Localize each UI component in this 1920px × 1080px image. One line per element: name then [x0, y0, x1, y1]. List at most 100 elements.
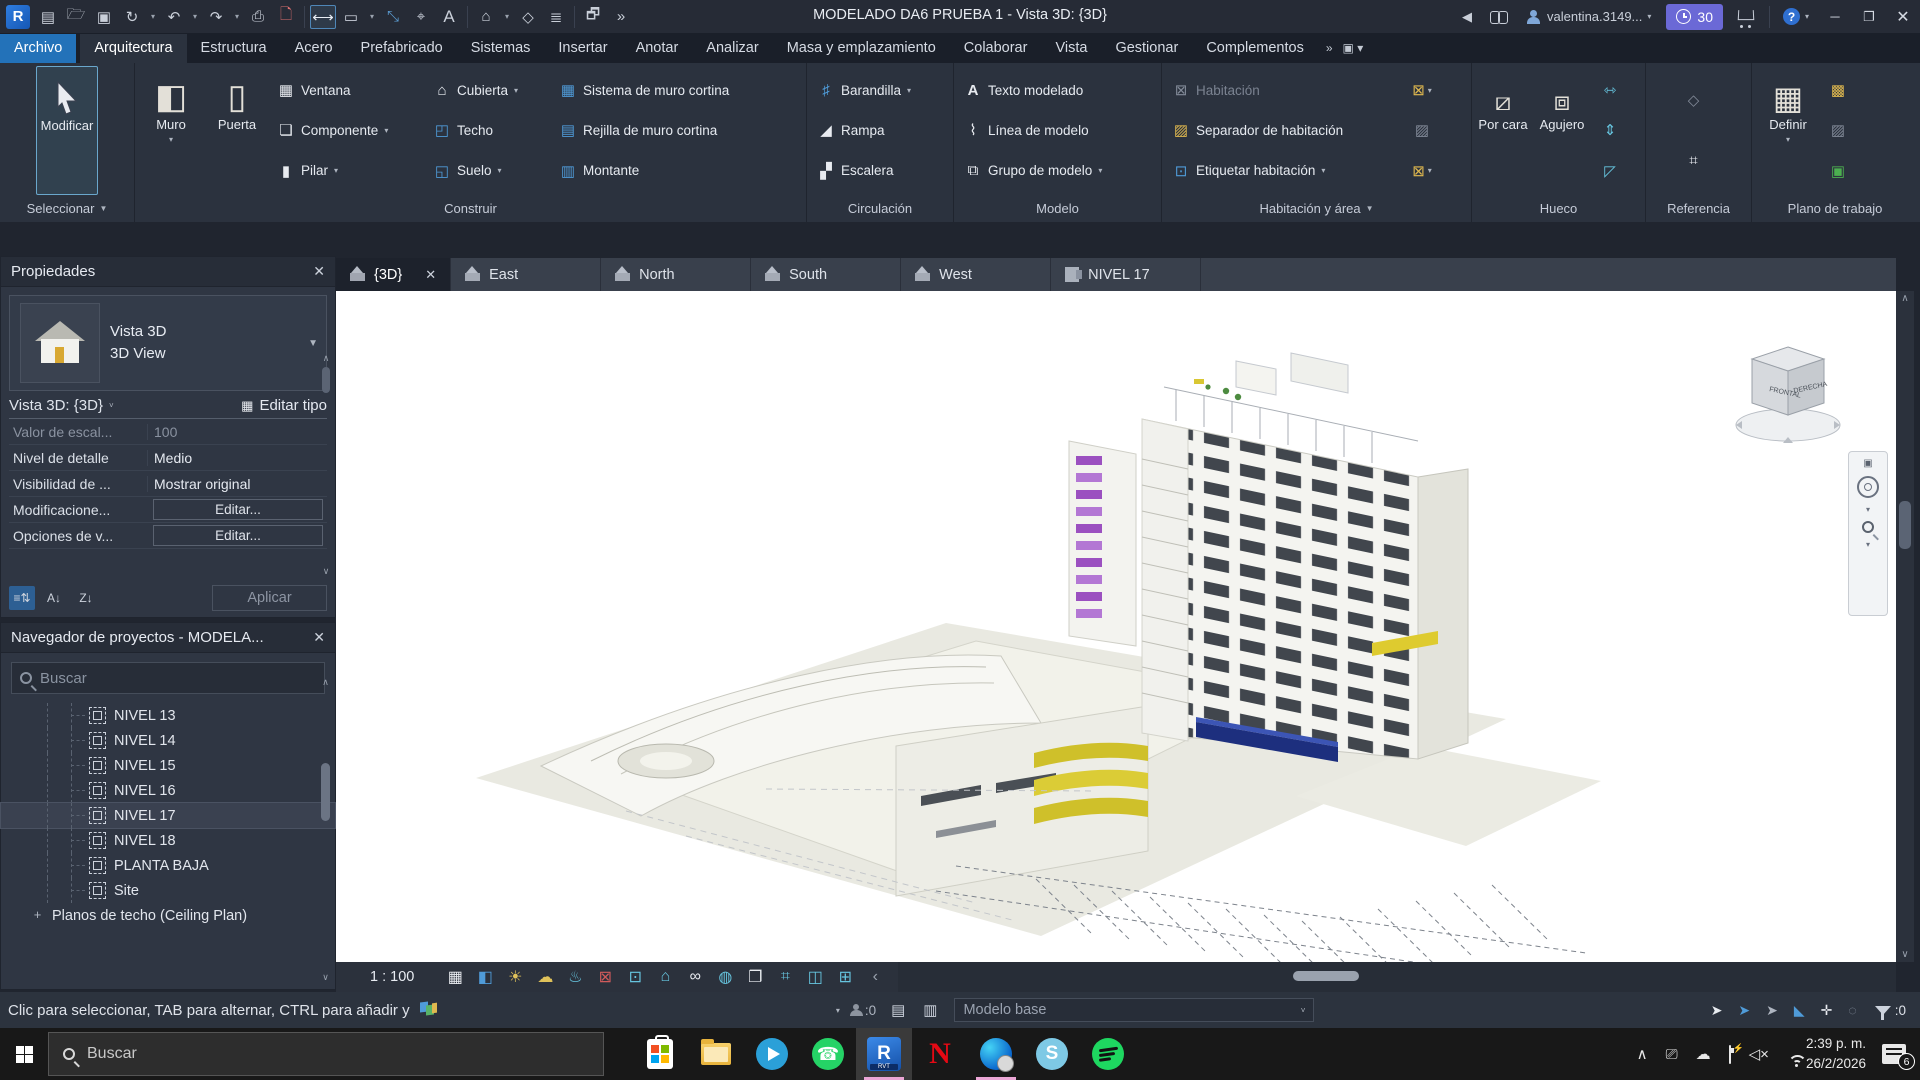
scroll-down-icon[interactable]: ∨	[1896, 949, 1914, 960]
tab-anotar[interactable]: Anotar	[622, 34, 693, 63]
edit-button[interactable]: Editar...	[153, 525, 323, 546]
select-pinned-icon[interactable]: ➤	[1766, 1002, 1778, 1019]
tree-group-ceiling-plans[interactable]: +Planos de techo (Ceiling Plan)	[1, 903, 335, 928]
properties-icon[interactable]: ▤	[35, 5, 61, 29]
sort-az-button[interactable]: A↓	[41, 586, 67, 610]
area-tag-button[interactable]: ⊠▾	[1407, 157, 1437, 185]
tab-colaborar[interactable]: Colaborar	[950, 34, 1042, 63]
app-netflix[interactable]: N	[912, 1028, 968, 1080]
property-row[interactable]: Valor de escal... 100	[9, 419, 327, 445]
tag-icon[interactable]: ⌖	[408, 5, 434, 29]
visual-style-icon[interactable]: ◧	[470, 967, 500, 987]
scrollbar-thumb[interactable]	[1899, 501, 1911, 549]
wall-opening-button[interactable]: ⇿	[1595, 76, 1625, 104]
panel-label-circulacion[interactable]: Circulación	[807, 195, 953, 221]
barandilla-button[interactable]: ♯Barandilla▾	[812, 76, 948, 104]
displaced-elements-icon[interactable]: ⌗	[770, 968, 800, 986]
sort-za-button[interactable]: Z↓	[73, 586, 99, 610]
notification-center-button[interactable]: 6	[1882, 1044, 1906, 1064]
sistema-muro-cortina-button[interactable]: ▦Sistema de muro cortina	[554, 76, 779, 104]
componente-button[interactable]: ❏Componente▾	[272, 116, 424, 144]
editable-only-icon[interactable]	[850, 1004, 863, 1017]
tab-prefabricado[interactable]: Prefabricado	[347, 34, 457, 63]
onedrive-paused-icon[interactable]: ☁	[1696, 1045, 1711, 1063]
home-dropdown[interactable]: ▾	[501, 5, 513, 29]
ref-plane-button[interactable]: ▨	[1823, 116, 1853, 144]
collapse-bar-icon[interactable]: ‹	[860, 968, 890, 986]
ribbon-display-toggle-icon[interactable]: ▣ ▾	[1343, 41, 1364, 55]
help-button[interactable]: ? ▾	[1774, 0, 1818, 33]
tree-item-selected[interactable]: NIVEL 17	[1, 803, 335, 828]
select-by-face-icon[interactable]: ◣	[1794, 1002, 1805, 1019]
scrollbar-thumb[interactable]	[322, 367, 330, 393]
render-icon[interactable]: ♨	[560, 967, 590, 987]
chevron-down-icon[interactable]: ▾	[1866, 540, 1870, 549]
worksets-icon[interactable]: ▤	[891, 1001, 905, 1019]
taskbar-search-input[interactable]	[87, 1045, 589, 1063]
redo-icon[interactable]: ↷	[203, 5, 229, 29]
muro-button[interactable]: ◧ Muro▾	[140, 66, 202, 195]
export-icon[interactable]: 🗋	[273, 5, 299, 29]
show-hidden-icons[interactable]: ∧	[1637, 1045, 1648, 1063]
chevron-down-icon[interactable]: ▾	[836, 1006, 840, 1015]
separador-habitacion-button[interactable]: ▨Separador de habitación	[1167, 116, 1403, 144]
panel-label-modelo[interactable]: Modelo	[954, 195, 1161, 221]
thin-lines-icon[interactable]: ≣	[543, 5, 569, 29]
tab-acero[interactable]: Acero	[281, 34, 347, 63]
app-telegram[interactable]	[744, 1028, 800, 1080]
area-boundary-button[interactable]: ▨	[1407, 116, 1437, 144]
taskbar-clock[interactable]: 2:39 p. m. 26/2/2026	[1806, 1034, 1866, 1075]
temporary-view-properties-icon[interactable]: ❐	[740, 967, 770, 987]
tab-sistemas[interactable]: Sistemas	[457, 34, 545, 63]
customize-qat-icon[interactable]: »	[608, 5, 634, 29]
rejilla-muro-cortina-button[interactable]: ▤Rejilla de muro cortina	[554, 116, 779, 144]
minimize-button[interactable]: ─	[1818, 0, 1852, 33]
panel-label-construir[interactable]: Construir	[135, 195, 806, 221]
app-file-explorer[interactable]	[688, 1028, 744, 1080]
print-icon[interactable]: ⎙	[245, 5, 271, 29]
pilar-button[interactable]: ▮Pilar▾	[272, 157, 424, 185]
por-cara-button[interactable]: ⧄ Por cara	[1477, 66, 1529, 195]
taskbar-search[interactable]	[48, 1032, 604, 1076]
chevron-down-icon[interactable]: ▾	[1866, 505, 1870, 514]
vertical-opening-button[interactable]: ⇕	[1595, 116, 1625, 144]
ventana-button[interactable]: ▦Ventana	[272, 76, 424, 104]
view-tab-nivel-17[interactable]: NIVEL 17	[1051, 258, 1201, 291]
expand-icon[interactable]: +	[31, 909, 44, 922]
panel-label-referencia[interactable]: Referencia	[1646, 195, 1751, 221]
edit-button[interactable]: Editar...	[153, 499, 323, 520]
battery-icon[interactable]	[1729, 1046, 1731, 1063]
scale-button[interactable]: 1 : 100	[336, 969, 440, 985]
design-option-select[interactable]: Modelo base ˅	[954, 998, 1314, 1022]
zoom-icon[interactable]	[1862, 521, 1874, 533]
store-button[interactable]	[1729, 0, 1765, 33]
property-row[interactable]: Nivel de detalle Medio	[9, 445, 327, 471]
detail-level-icon[interactable]: ▦	[440, 967, 470, 987]
revit-logo[interactable]: R	[6, 5, 30, 29]
reference-plane-button[interactable]: ◇	[1679, 86, 1709, 114]
search-input[interactable]	[40, 670, 316, 687]
scrollbar-thumb[interactable]	[1293, 971, 1359, 981]
etiquetar-habitacion-button[interactable]: ⊡Etiquetar habitación▾	[1167, 157, 1403, 185]
reveal-hidden-elements-icon[interactable]: ◍	[710, 967, 740, 987]
app-whatsapp[interactable]: ☎	[800, 1028, 856, 1080]
volume-muted-icon[interactable]: ◁×	[1749, 1045, 1769, 1063]
properties-scrollbar[interactable]: ∧ ∨	[319, 353, 333, 577]
escalera-button[interactable]: ▞Escalera	[812, 157, 948, 185]
analytical-model-icon[interactable]: ◫	[800, 967, 830, 987]
tab-complementos[interactable]: Complementos	[1192, 34, 1318, 63]
property-row[interactable]: Modificacione... Editar...	[9, 497, 327, 523]
tree-item[interactable]: NIVEL 13	[1, 703, 335, 728]
tower-core-purple[interactable]	[1069, 441, 1136, 646]
redo-dropdown[interactable]: ▾	[231, 5, 243, 29]
close-icon[interactable]: ✕	[313, 263, 325, 280]
snip-camera-icon[interactable]: ⎚	[1666, 1046, 1678, 1063]
puerta-button[interactable]: ▯ Puerta	[206, 66, 268, 195]
viewer-button[interactable]: ▣	[1823, 157, 1853, 185]
property-row[interactable]: Visibilidad de ... Mostrar original	[9, 471, 327, 497]
dormer-opening-button[interactable]: ◸	[1595, 157, 1625, 185]
app-microsoft-store[interactable]	[632, 1028, 688, 1080]
temporary-hide-isolate-icon[interactable]: ∞	[680, 968, 710, 986]
tree-item[interactable]: NIVEL 15	[1, 753, 335, 778]
app-spotify[interactable]	[1080, 1028, 1136, 1080]
